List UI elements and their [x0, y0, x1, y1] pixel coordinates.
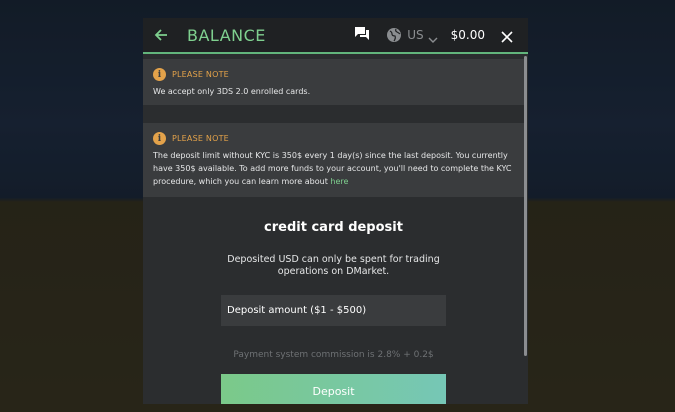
note-title: PLEASE NOTE — [172, 70, 229, 79]
note-text: We accept only 3DS 2.0 enrolled cards. — [153, 87, 311, 96]
deposit-section: credit card deposit Deposited USD can on… — [143, 197, 524, 404]
close-icon[interactable] — [501, 28, 515, 43]
region-label[interactable]: US — [407, 28, 423, 42]
deposit-button[interactable]: Deposit — [221, 374, 446, 404]
modal-header: BALANCE US $0.00 — [143, 18, 528, 54]
chevron-down-icon[interactable] — [428, 30, 438, 43]
note-kyc: i PLEASE NOTE The deposit limit without … — [143, 123, 524, 197]
info-icon: i — [153, 68, 166, 81]
note-3ds: i PLEASE NOTE We accept only 3DS 2.0 enr… — [143, 59, 524, 105]
balance-amount: $0.00 — [450, 28, 485, 42]
info-icon: i — [153, 132, 166, 145]
modal-title: BALANCE — [187, 25, 266, 45]
kyc-link[interactable]: here — [330, 177, 348, 186]
note-text: The deposit limit without KYC is 350$ ev… — [153, 149, 514, 188]
balance-modal: BALANCE US $0.00 i PLEASE NOTE We accept… — [143, 18, 528, 404]
chat-icon[interactable] — [354, 26, 372, 44]
commission-text: Payment system commission is 2.8% + 0.2$ — [233, 350, 434, 360]
note-title: PLEASE NOTE — [172, 134, 229, 143]
globe-icon[interactable] — [386, 27, 402, 43]
arrow-left-icon[interactable] — [154, 25, 174, 45]
deposit-amount-input[interactable] — [221, 295, 446, 326]
deposit-description: Deposited USD can only be spent for trad… — [227, 254, 440, 277]
modal-body: i PLEASE NOTE We accept only 3DS 2.0 enr… — [143, 56, 528, 404]
scrollbar[interactable] — [524, 56, 527, 356]
deposit-title: credit card deposit — [264, 220, 403, 235]
